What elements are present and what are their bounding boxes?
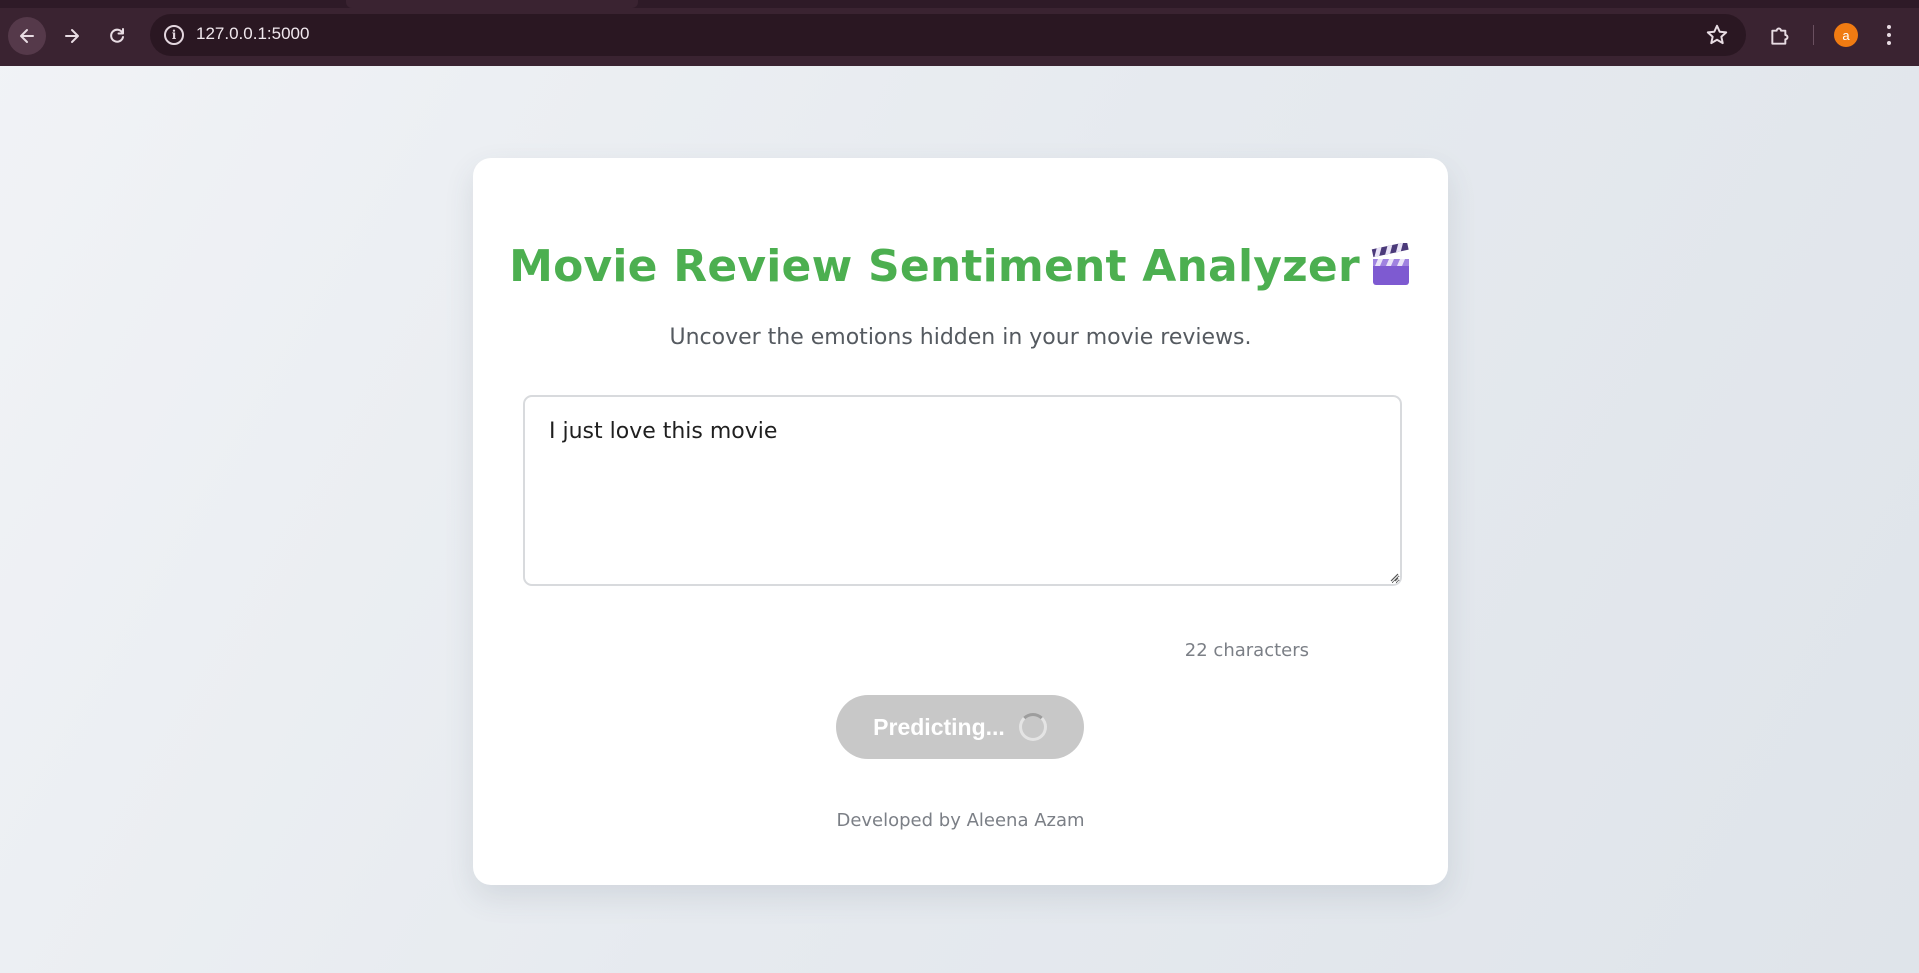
- toolbar-divider: [1813, 25, 1814, 45]
- kebab-menu-icon[interactable]: [1884, 22, 1894, 48]
- arrow-left-icon: [20, 29, 34, 43]
- footer-credit: Developed by Aleena Azam: [836, 810, 1085, 831]
- puzzle-icon[interactable]: [1768, 22, 1794, 48]
- loading-spinner-icon: [1018, 713, 1047, 741]
- resize-handle-icon[interactable]: [1389, 572, 1399, 582]
- url-text[interactable]: 127.0.0.1:5000: [196, 24, 309, 44]
- star-icon[interactable]: [1704, 22, 1730, 48]
- character-count: 22 characters: [1184, 640, 1309, 661]
- arrow-right-icon: [65, 29, 79, 43]
- predict-button-label: Predicting...: [873, 713, 1005, 740]
- analyzer-card: Movie Review Sentiment Analyzer Uncover …: [473, 158, 1448, 885]
- page-title: Movie Review Sentiment Analyzer: [473, 241, 1448, 292]
- page-title-text: Movie Review Sentiment Analyzer: [509, 241, 1360, 292]
- forward-button[interactable]: [53, 17, 91, 55]
- predict-button[interactable]: Predicting...: [836, 695, 1084, 759]
- info-icon[interactable]: i: [164, 25, 184, 45]
- back-button[interactable]: [8, 17, 46, 55]
- clapperboard-icon: [1371, 243, 1409, 285]
- address-bar[interactable]: i 127.0.0.1:5000: [150, 14, 1746, 56]
- reload-icon: [110, 28, 124, 43]
- page-subtitle: Uncover the emotions hidden in your movi…: [669, 325, 1252, 350]
- tab-strip: [0, 0, 1919, 8]
- browser-toolbar: i 127.0.0.1:5000 a: [0, 0, 1919, 66]
- active-tab[interactable]: [346, 0, 638, 8]
- reload-button[interactable]: [98, 17, 136, 55]
- review-textarea[interactable]: I just love this movie: [523, 395, 1402, 586]
- profile-avatar[interactable]: a: [1834, 23, 1858, 47]
